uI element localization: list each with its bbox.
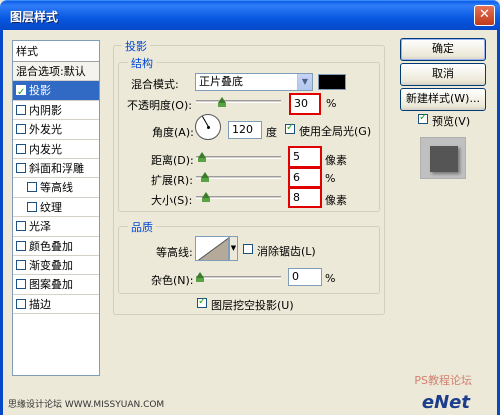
size-label: 大小(S): — [151, 194, 193, 207]
preview-checkbox[interactable] — [418, 112, 428, 124]
style-preview-square — [430, 146, 458, 172]
global-light-label[interactable]: 使用全局光(G) — [299, 123, 371, 139]
size-unit: 像素 — [325, 194, 347, 207]
style-checkbox[interactable] — [16, 143, 26, 154]
style-checkbox[interactable] — [16, 124, 26, 135]
preview-label[interactable]: 预览(V) — [432, 113, 470, 129]
styles-item[interactable]: 光泽 — [13, 217, 99, 237]
angle-dial[interactable] — [195, 114, 221, 140]
styles-blend-options[interactable]: 混合选项:默认 — [13, 62, 99, 82]
new-style-button[interactable]: 新建样式(W)... — [400, 88, 486, 111]
watermark-logo-top: PS教程论坛 — [414, 374, 472, 387]
structure-title: 结构 — [128, 55, 156, 71]
noise-slider-thumb[interactable] — [196, 272, 204, 282]
quality-title: 品质 — [128, 219, 156, 235]
style-checkbox[interactable] — [16, 259, 26, 270]
contour-dropdown-button[interactable]: ▼ — [229, 236, 238, 261]
chevron-down-icon: ▼ — [297, 74, 312, 90]
styles-item-label: 等高线 — [40, 181, 73, 195]
opacity-slider-thumb[interactable] — [218, 97, 226, 107]
drop-shadow-title: 投影 — [122, 38, 150, 54]
styles-item[interactable]: 内发光 — [13, 140, 99, 159]
style-preview-swatch — [420, 137, 466, 179]
styles-item[interactable]: 等高线 — [13, 178, 99, 198]
styles-panel: 样式 混合选项:默认 投影内阴影外发光内发光斜面和浮雕等高线纹理光泽颜色叠加渐变… — [12, 40, 100, 376]
styles-item-label: 外发光 — [29, 123, 62, 137]
styles-item[interactable]: 外发光 — [13, 120, 99, 140]
distance-label: 距离(D): — [151, 154, 194, 167]
angle-unit: 度 — [266, 126, 277, 139]
opacity-unit: % — [326, 97, 337, 110]
opacity-input[interactable]: 30 — [289, 93, 321, 115]
styles-item-label: 描边 — [29, 297, 51, 311]
size-slider-thumb[interactable] — [202, 192, 210, 202]
spread-label: 扩展(R): — [151, 174, 193, 187]
styles-header[interactable]: 样式 — [13, 41, 99, 62]
cancel-button[interactable]: 取消 — [400, 63, 486, 86]
styles-item[interactable]: 内阴影 — [13, 101, 99, 121]
opacity-label: 不透明度(O): — [127, 99, 192, 112]
contour-curve-icon — [197, 237, 228, 260]
distance-slider-track[interactable] — [196, 156, 281, 159]
distance-slider-thumb[interactable] — [198, 152, 206, 162]
styles-item[interactable]: 纹理 — [13, 198, 99, 218]
noise-slider-track[interactable] — [196, 276, 281, 279]
opacity-slider-track[interactable] — [196, 100, 281, 103]
noise-label: 杂色(N): — [151, 274, 194, 287]
contour-preview[interactable] — [195, 236, 229, 261]
style-checkbox[interactable] — [27, 182, 37, 193]
styles-item-label: 光泽 — [29, 220, 51, 234]
knockout-checkbox[interactable] — [197, 296, 207, 308]
watermark-logo: eNet — [421, 392, 470, 413]
styles-item[interactable]: 投影 — [13, 81, 99, 101]
styles-item[interactable]: 图案叠加 — [13, 275, 99, 295]
blend-mode-label: 混合模式: — [131, 78, 179, 91]
styles-item-label: 内阴影 — [29, 103, 62, 117]
styles-item-label: 图案叠加 — [29, 278, 73, 292]
styles-item-label: 渐变叠加 — [29, 258, 73, 272]
style-checkbox[interactable] — [27, 201, 37, 212]
anti-alias-label[interactable]: 消除锯齿(L) — [257, 243, 316, 259]
spread-unit: % — [325, 172, 336, 185]
styles-item[interactable]: 渐变叠加 — [13, 256, 99, 276]
distance-input[interactable]: 5 — [288, 146, 322, 168]
ok-button[interactable]: 确定 — [400, 38, 486, 61]
style-checkbox[interactable] — [16, 298, 26, 309]
anti-alias-checkbox[interactable] — [243, 244, 253, 254]
close-button[interactable]: ✕ — [474, 5, 495, 26]
styles-item[interactable]: 斜面和浮雕 — [13, 159, 99, 179]
styles-item[interactable]: 颜色叠加 — [13, 237, 99, 256]
style-checkbox[interactable] — [16, 279, 26, 290]
angle-center-dot — [207, 126, 210, 129]
noise-input[interactable]: 0 — [288, 268, 322, 286]
noise-unit: % — [325, 272, 336, 285]
style-checkbox[interactable] — [16, 240, 26, 251]
style-checkbox[interactable] — [16, 83, 26, 100]
blend-mode-value: 正片叠底 — [199, 75, 243, 88]
watermark-left: 思缘设计论坛 WWW.MISSYUAN.COM — [8, 400, 165, 410]
size-input[interactable]: 8 — [288, 187, 322, 208]
knockout-label[interactable]: 图层挖空投影(U) — [211, 297, 294, 313]
styles-item-label: 内发光 — [29, 142, 62, 156]
styles-item[interactable]: 描边 — [13, 295, 99, 315]
title-bar: 图层样式 ✕ — [0, 0, 500, 30]
styles-item-label: 纹理 — [40, 200, 62, 214]
window-title: 图层样式 — [10, 10, 59, 24]
style-checkbox[interactable] — [16, 104, 26, 115]
angle-label: 角度(A): — [152, 126, 194, 139]
blend-color-swatch[interactable] — [318, 74, 346, 90]
style-checkbox[interactable] — [16, 221, 26, 232]
spread-slider-thumb[interactable] — [201, 172, 209, 182]
style-checkbox[interactable] — [16, 162, 26, 173]
contour-label: 等高线: — [156, 246, 193, 259]
styles-item-label: 颜色叠加 — [29, 239, 73, 253]
spread-input[interactable]: 6 — [288, 167, 322, 188]
blend-mode-select[interactable]: 正片叠底 ▼ — [195, 73, 313, 91]
styles-item-label: 投影 — [29, 84, 51, 98]
angle-input[interactable]: 120 — [228, 121, 262, 139]
distance-unit: 像素 — [325, 154, 347, 167]
styles-item-label: 斜面和浮雕 — [29, 161, 84, 175]
global-light-checkbox[interactable] — [285, 122, 295, 134]
